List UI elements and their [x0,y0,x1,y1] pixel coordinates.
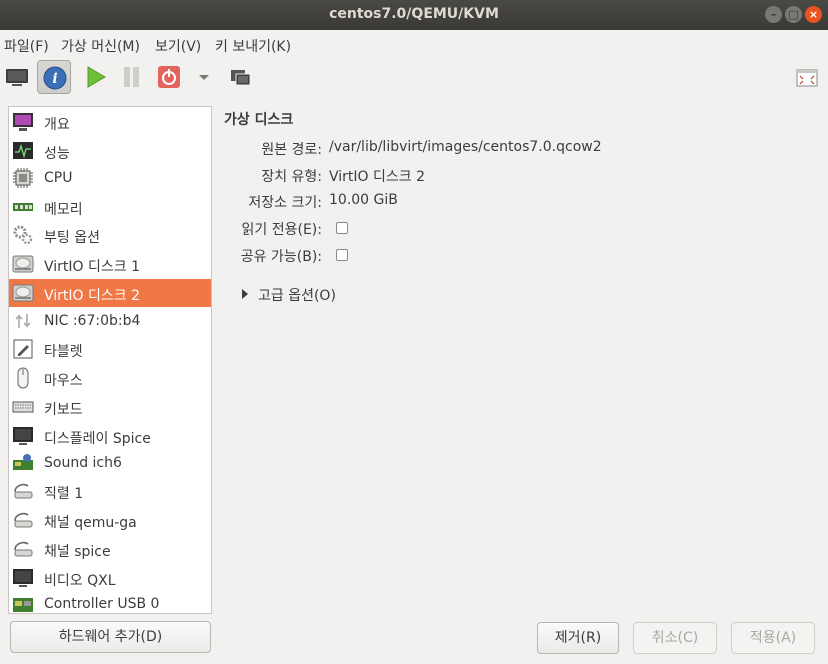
pause-button[interactable] [114,60,148,94]
hardware-item-memory[interactable]: 메모리 [9,193,211,221]
cancel-button[interactable]: 취소(C) [633,622,717,654]
power-icon [158,66,180,88]
boot-options-icon [13,225,33,245]
device-type-value: VirtIO 디스크 2 [329,169,426,185]
keyboard-icon [12,401,34,413]
hardware-item-controller-usb[interactable]: Controller USB 0 [9,590,211,613]
network-icon [15,314,31,328]
hardware-item-serial-1[interactable]: 직렬 1 [9,477,211,505]
monitor-icon [6,69,28,86]
details-panel: 가상 디스크 원본 경로: /var/lib/libvirt/images/ce… [214,96,828,616]
readonly-label: 읽기 전용(E): [241,222,322,238]
shareable-label: 공유 가능(B): [240,249,322,265]
hardware-item-mouse[interactable]: 마우스 [9,364,211,392]
expander-arrow-icon [242,289,248,299]
hardware-list: 개요 성능 CPU 메모리 부팅 옵션 VirtIO 디스크 1 VirtIO … [8,106,212,614]
disk-icon [12,255,34,273]
hardware-item-boot-options[interactable]: 부팅 옵션 [9,221,211,249]
source-path-label: 원본 경로: [261,142,322,158]
add-hardware-button[interactable]: 하드웨어 추가(D) [10,621,211,653]
hardware-item-sound[interactable]: Sound ich6 [9,449,211,477]
channel-icon [14,541,33,557]
sound-card-icon [13,454,33,470]
section-title: 가상 디스크 [224,112,294,128]
tablet-icon [13,339,33,359]
storage-size-value: 10.00 GiB [329,192,398,208]
device-type-label: 장치 유형: [261,169,322,185]
source-path-value: /var/lib/libvirt/images/centos7.0.qcow2 [329,139,602,155]
shutdown-menu-button[interactable] [192,60,214,94]
menu-send-key[interactable]: 키 보내기(K) [215,36,291,56]
advanced-options-label: 고급 옵션(O) [258,288,336,304]
fullscreen-button[interactable] [790,60,824,94]
title-bar: centos7.0/QEMU/KVM – □ × [0,0,828,30]
chevron-down-icon [199,75,209,80]
video-icon [13,569,33,587]
details-view-button[interactable]: i [37,60,71,94]
menu-file[interactable]: 파일(F) [4,36,49,56]
hardware-item-overview[interactable]: 개요 [9,108,211,136]
pause-icon [124,67,139,87]
console-view-button[interactable] [0,60,34,94]
serial-icon [14,483,33,499]
hardware-item-keyboard[interactable]: 키보드 [9,393,211,421]
toolbar: i [0,58,828,96]
hardware-item-display-spice[interactable]: 디스플레이 Spice [9,422,211,450]
apply-button[interactable]: 적용(A) [731,622,815,654]
hardware-item-nic[interactable]: NIC :67:0b:b4 [9,307,211,335]
shareable-checkbox[interactable] [336,249,348,261]
display-icon [13,427,33,445]
menu-bar: 파일(F) 가상 머신(M) 보기(V) 키 보내기(K) [0,30,828,58]
hardware-item-channel-spice[interactable]: 채널 spice [9,535,211,563]
hardware-item-performance[interactable]: 성능 [9,137,211,165]
hardware-item-cpu[interactable]: CPU [9,164,211,192]
remove-button[interactable]: 제거(R) [537,622,619,654]
close-button[interactable]: × [805,6,822,23]
overview-icon [13,113,33,131]
run-button[interactable] [78,60,112,94]
controller-icon [13,598,33,612]
memory-icon [13,203,33,211]
mouse-icon [17,367,29,389]
svg-text:i: i [52,71,57,87]
hardware-item-virtio-disk-1[interactable]: VirtIO 디스크 1 [9,250,211,278]
disk-icon [12,284,34,302]
minimize-button[interactable]: – [765,6,782,23]
storage-size-label: 저장소 크기: [248,195,322,211]
cpu-icon [13,168,33,188]
maximize-button[interactable]: □ [785,6,802,23]
hardware-item-virtio-disk-2[interactable]: VirtIO 디스크 2 [9,279,211,307]
performance-icon [13,142,33,159]
readonly-checkbox[interactable] [336,222,348,234]
fullscreen-icon [796,69,818,87]
info-icon: i [43,66,67,90]
snapshots-icon [231,70,251,86]
menu-view[interactable]: 보기(V) [155,36,201,56]
hardware-item-channel-qemu-ga[interactable]: 채널 qemu-ga [9,506,211,534]
snapshots-button[interactable] [224,60,258,94]
shutdown-button[interactable] [152,60,186,94]
channel-icon [14,512,33,528]
hardware-item-video-qxl[interactable]: 비디오 QXL [9,564,211,592]
window-title: centos7.0/QEMU/KVM [329,6,499,22]
menu-virtual-machine[interactable]: 가상 머신(M) [61,36,140,56]
play-icon [87,66,106,88]
hardware-item-tablet[interactable]: 타블렛 [9,335,211,363]
